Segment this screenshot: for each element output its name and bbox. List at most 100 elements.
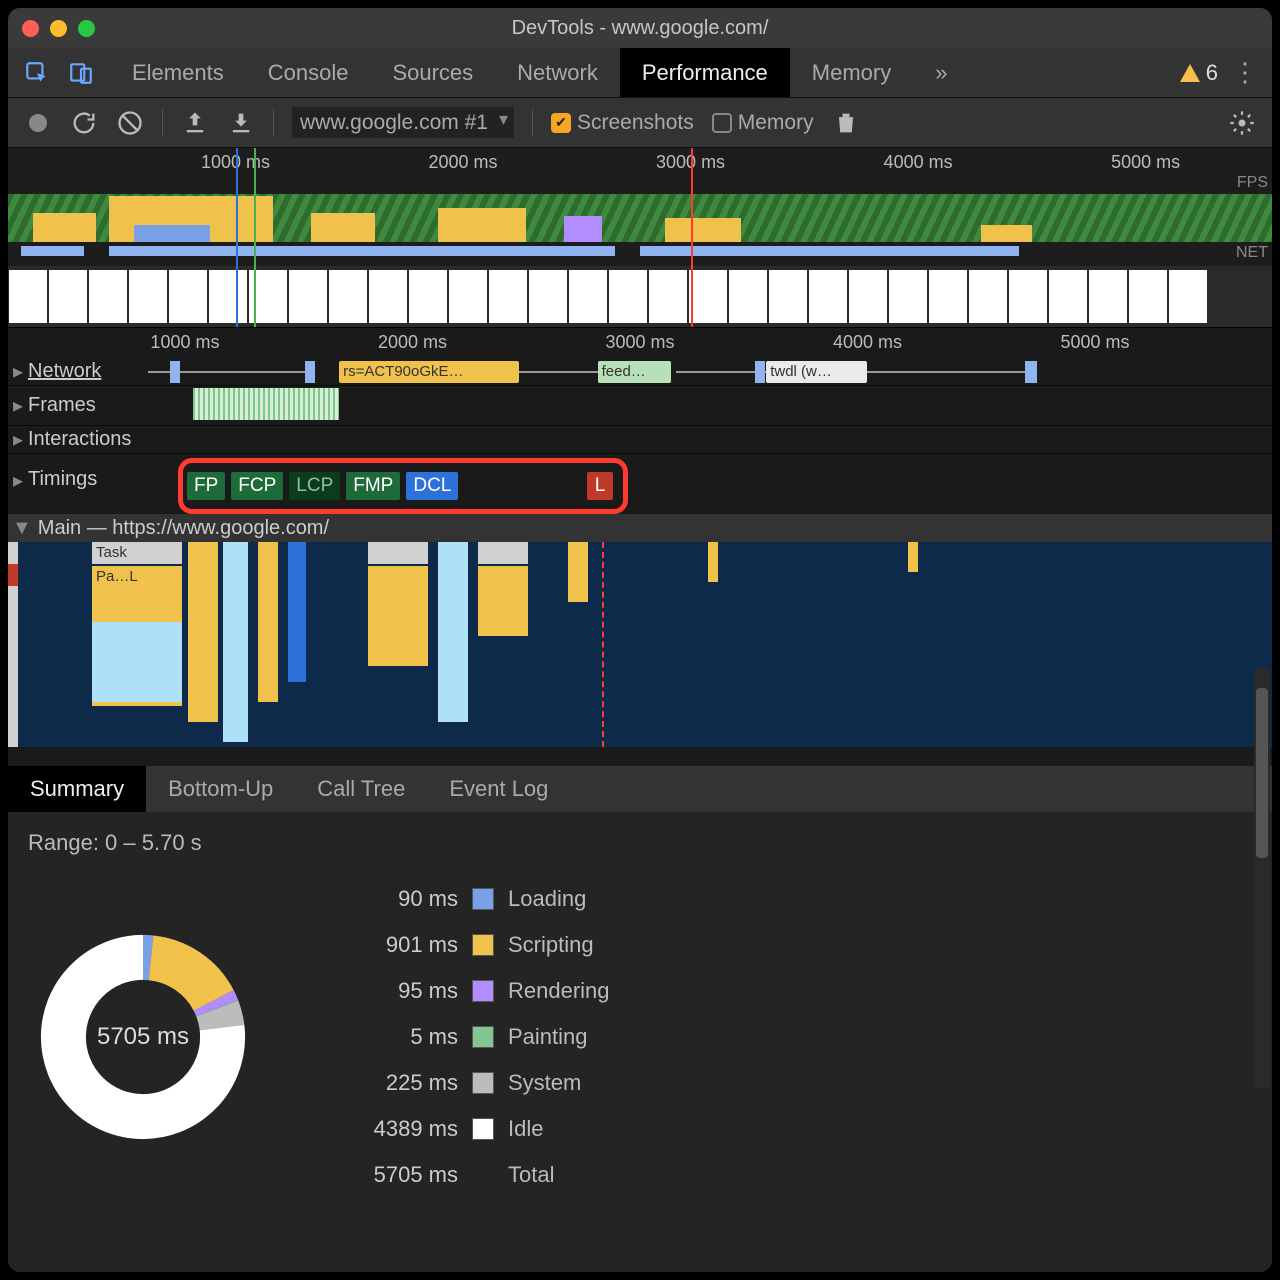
legend-label: System bbox=[508, 1070, 581, 1096]
screenshot-thumb[interactable] bbox=[409, 270, 447, 323]
screenshot-thumb[interactable] bbox=[329, 270, 367, 323]
screenshot-thumb[interactable] bbox=[849, 270, 887, 323]
tabs-overflow[interactable]: » bbox=[913, 48, 969, 97]
screenshot-thumb[interactable] bbox=[889, 270, 927, 323]
network-request[interactable]: feed… bbox=[598, 361, 671, 383]
device-toggle-icon[interactable] bbox=[68, 60, 94, 86]
screenshot-thumb[interactable] bbox=[649, 270, 687, 323]
screenshot-thumb[interactable] bbox=[729, 270, 767, 323]
expand-icon[interactable]: ▸ bbox=[8, 359, 28, 384]
screenshot-thumb[interactable] bbox=[169, 270, 207, 323]
memory-checkbox[interactable]: Memory bbox=[712, 111, 814, 135]
timing-load[interactable]: L bbox=[587, 472, 613, 500]
timing-fmp[interactable]: FMP bbox=[346, 472, 400, 500]
inspect-icon[interactable] bbox=[24, 60, 50, 86]
screenshot-thumb[interactable] bbox=[969, 270, 1007, 323]
timing-fp[interactable]: FP bbox=[187, 472, 225, 500]
checkbox-off-icon bbox=[712, 113, 732, 133]
clear-button[interactable] bbox=[116, 109, 144, 137]
tab-console[interactable]: Console bbox=[246, 48, 371, 97]
warnings-badge[interactable]: 6 bbox=[1180, 60, 1218, 86]
tab-performance[interactable]: Performance bbox=[620, 48, 790, 97]
tab-network[interactable]: Network bbox=[495, 48, 620, 97]
upload-icon[interactable] bbox=[181, 109, 209, 137]
screenshot-thumb[interactable] bbox=[9, 270, 47, 323]
ruler-tick: 2000 ms bbox=[429, 152, 498, 173]
overview-ruler: 1000 ms2000 ms3000 ms4000 ms5000 ms bbox=[8, 148, 1272, 176]
task-block[interactable]: Task bbox=[92, 542, 182, 564]
screenshot-thumb[interactable] bbox=[529, 270, 567, 323]
gear-icon[interactable] bbox=[1228, 109, 1256, 137]
screenshot-thumb[interactable] bbox=[209, 270, 247, 323]
screenshot-thumb[interactable] bbox=[929, 270, 967, 323]
range-label: Range: 0 – 5.70 s bbox=[28, 830, 1252, 856]
tab-memory[interactable]: Memory bbox=[790, 48, 913, 97]
marker-line bbox=[236, 148, 238, 327]
vertical-scrollbar[interactable] bbox=[1254, 668, 1270, 1088]
overview-panel[interactable]: 1000 ms2000 ms3000 ms4000 ms5000 ms FPS … bbox=[8, 148, 1272, 328]
screenshot-thumb[interactable] bbox=[769, 270, 807, 323]
expand-icon[interactable]: ▸ bbox=[8, 468, 28, 493]
download-icon[interactable] bbox=[227, 109, 255, 137]
main-flame-chart[interactable]: Task Pa…L bbox=[8, 542, 1272, 747]
tab-elements[interactable]: Elements bbox=[110, 48, 246, 97]
screenshot-thumb[interactable] bbox=[1049, 270, 1087, 323]
network-track[interactable]: ▸ Network rs=ACT90oGkE…feed…twdl (w… bbox=[8, 358, 1272, 386]
btab-bottomup[interactable]: Bottom-Up bbox=[146, 766, 295, 812]
window-title: DevTools - www.google.com/ bbox=[8, 17, 1272, 40]
timing-lcp[interactable]: LCP bbox=[289, 472, 340, 500]
ruler-tick: 3000 ms bbox=[605, 332, 674, 353]
screenshot-thumb[interactable] bbox=[1009, 270, 1047, 323]
legend-value: 901 ms bbox=[348, 932, 458, 958]
legend-label: Rendering bbox=[508, 978, 610, 1004]
parse-block[interactable]: Pa…L bbox=[92, 566, 182, 588]
screenshot-thumb[interactable] bbox=[89, 270, 127, 323]
btab-summary[interactable]: Summary bbox=[8, 766, 146, 812]
expand-icon[interactable]: ▸ bbox=[8, 393, 28, 418]
kebab-menu-icon[interactable]: ⋮ bbox=[1232, 57, 1254, 88]
recording-select[interactable]: www.google.com #1 bbox=[292, 107, 514, 138]
legend-swatch bbox=[472, 934, 494, 956]
interactions-track[interactable]: ▸ Interactions bbox=[8, 426, 1272, 454]
net-lane bbox=[8, 244, 1272, 262]
legend-label: Painting bbox=[508, 1024, 588, 1050]
screenshot-thumb[interactable] bbox=[809, 270, 847, 323]
timing-fcp[interactable]: FCP bbox=[231, 472, 283, 500]
btab-eventlog[interactable]: Event Log bbox=[427, 766, 570, 812]
legend-swatch bbox=[472, 1072, 494, 1094]
frames-track[interactable]: ▸ Frames bbox=[8, 386, 1272, 426]
legend-value: 95 ms bbox=[348, 978, 458, 1004]
screenshot-thumb[interactable] bbox=[689, 270, 727, 323]
record-button[interactable] bbox=[24, 109, 52, 137]
screenshot-thumb[interactable] bbox=[1169, 270, 1207, 323]
screenshot-thumb[interactable] bbox=[609, 270, 647, 323]
screenshots-checkbox[interactable]: ✔ Screenshots bbox=[551, 111, 694, 135]
screenshot-thumb[interactable] bbox=[129, 270, 167, 323]
legend-row: 90 ms Loading bbox=[348, 886, 610, 912]
network-request[interactable]: twdl (w… bbox=[766, 361, 867, 383]
expand-icon[interactable]: ▸ bbox=[8, 427, 28, 452]
reload-record-button[interactable] bbox=[70, 109, 98, 137]
btab-calltree[interactable]: Call Tree bbox=[295, 766, 427, 812]
screenshot-thumb[interactable] bbox=[49, 270, 87, 323]
timing-dcl[interactable]: DCL bbox=[406, 472, 458, 500]
screenshot-thumb[interactable] bbox=[489, 270, 527, 323]
network-request[interactable]: rs=ACT90oGkE… bbox=[339, 361, 519, 383]
main-thread-header[interactable]: ▼ Main — https://www.google.com/ bbox=[8, 514, 1272, 542]
timings-track[interactable]: ▸ Timings FP FCP LCP FMP DCL L bbox=[8, 454, 1272, 514]
tab-sources[interactable]: Sources bbox=[370, 48, 495, 97]
legend-value: 225 ms bbox=[348, 1070, 458, 1096]
screenshot-thumb[interactable] bbox=[369, 270, 407, 323]
perf-toolbar: www.google.com #1 ✔ Screenshots Memory bbox=[8, 98, 1272, 148]
ruler-tick: 2000 ms bbox=[378, 332, 447, 353]
screenshot-thumb[interactable] bbox=[1089, 270, 1127, 323]
legend-swatch bbox=[472, 1118, 494, 1140]
screenshot-thumb[interactable] bbox=[289, 270, 327, 323]
trash-icon[interactable] bbox=[832, 109, 860, 137]
screenshot-thumb[interactable] bbox=[1129, 270, 1167, 323]
screenshot-thumb[interactable] bbox=[569, 270, 607, 323]
screenshot-thumb[interactable] bbox=[449, 270, 487, 323]
ruler-tick: 4000 ms bbox=[884, 152, 953, 173]
screenshot-filmstrip[interactable] bbox=[8, 266, 1272, 327]
flamechart-panel[interactable]: 1000 ms2000 ms3000 ms4000 ms5000 ms600 ▸… bbox=[8, 328, 1272, 766]
